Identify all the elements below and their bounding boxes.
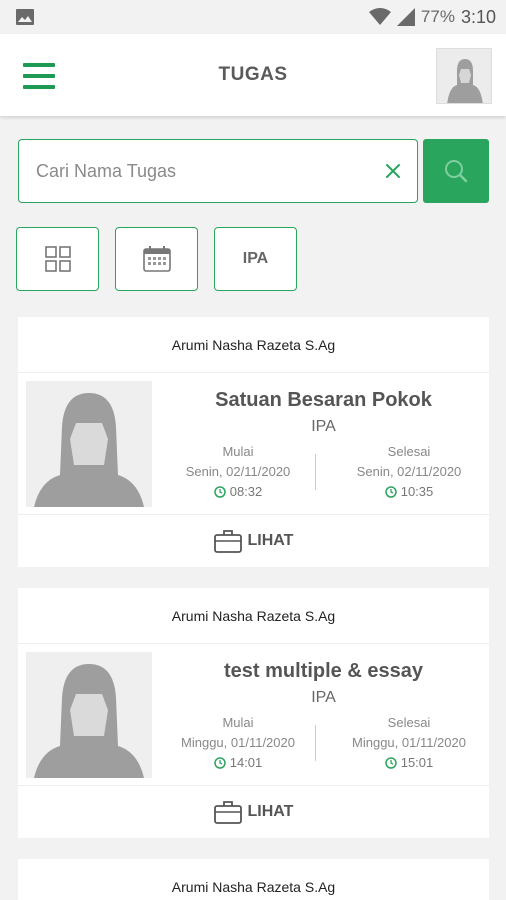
start-time: 14:01 bbox=[229, 755, 263, 770]
start-label: Mulai bbox=[222, 444, 254, 459]
teacher-avatar bbox=[26, 652, 152, 778]
date-filter-button[interactable] bbox=[115, 227, 198, 291]
task-body[interactable]: Satuan Besaran Pokok IPA Mulai Senin, 02… bbox=[18, 373, 489, 515]
search-icon bbox=[445, 160, 468, 183]
clock-icon bbox=[384, 757, 397, 769]
clock-icon bbox=[213, 757, 226, 769]
view-button[interactable]: LIHAT bbox=[18, 515, 489, 567]
filter-row: IPA bbox=[16, 227, 297, 291]
briefcase-icon bbox=[213, 530, 242, 553]
page-title: TUGAS bbox=[218, 64, 288, 85]
task-subject: IPA bbox=[311, 689, 336, 706]
signal-icon bbox=[396, 8, 415, 26]
avatar[interactable] bbox=[436, 48, 492, 104]
clock-icon bbox=[384, 486, 397, 498]
task-card: Arumi Nasha Razeta S.Ag Satuan Besaran P… bbox=[18, 317, 489, 567]
search-input[interactable] bbox=[36, 160, 356, 182]
search-row bbox=[18, 139, 489, 203]
end-label: Selesai bbox=[387, 715, 431, 730]
view-button[interactable]: LIHAT bbox=[18, 786, 489, 838]
start-time: 08:32 bbox=[229, 484, 263, 499]
teacher-photo-icon bbox=[26, 652, 152, 778]
view-button-label: LIHAT bbox=[247, 532, 294, 549]
view-button-label: LIHAT bbox=[247, 803, 294, 820]
briefcase-icon bbox=[213, 801, 242, 824]
task-card: Arumi Nasha Razeta S.Ag bbox=[18, 859, 489, 900]
divider bbox=[315, 725, 316, 761]
task-schedule: Mulai Minggu, 01/11/2020 14:01 Selesai M… bbox=[158, 713, 489, 770]
end-time: 10:35 bbox=[400, 484, 434, 499]
search-field bbox=[18, 139, 418, 203]
app-bar: TUGAS bbox=[0, 34, 506, 116]
teacher-avatar bbox=[26, 381, 152, 507]
task-card: Arumi Nasha Razeta S.Ag test multiple & … bbox=[18, 588, 489, 838]
battery-percent: 77% bbox=[420, 7, 455, 26]
status-bar: 77% 3:10 bbox=[0, 0, 506, 34]
task-title: test multiple & essay bbox=[224, 660, 423, 682]
end-date: Senin, 02/11/2020 bbox=[356, 464, 462, 479]
start-date: Minggu, 01/11/2020 bbox=[181, 735, 295, 750]
end-label: Selesai bbox=[387, 444, 431, 459]
end-date: Minggu, 01/11/2020 bbox=[352, 735, 466, 750]
start-label: Mulai bbox=[222, 715, 254, 730]
grid-icon bbox=[44, 246, 71, 272]
task-schedule: Mulai Senin, 02/11/2020 08:32 Selesai Se… bbox=[158, 442, 489, 499]
clock-icon bbox=[213, 486, 226, 498]
wifi-icon bbox=[368, 8, 391, 25]
task-subject: IPA bbox=[311, 418, 336, 435]
end-time: 15:01 bbox=[400, 755, 434, 770]
search-button[interactable] bbox=[423, 139, 489, 203]
task-author: Arumi Nasha Razeta S.Ag bbox=[18, 859, 489, 900]
calendar-icon bbox=[142, 246, 171, 272]
task-body[interactable]: test multiple & essay IPA Mulai Minggu, … bbox=[18, 644, 489, 786]
start-date: Senin, 02/11/2020 bbox=[185, 464, 291, 479]
image-notification-icon bbox=[16, 9, 34, 25]
teacher-photo-icon bbox=[26, 381, 152, 507]
user-avatar-icon bbox=[437, 49, 491, 103]
close-icon[interactable] bbox=[383, 161, 403, 181]
task-author: Arumi Nasha Razeta S.Ag bbox=[18, 588, 489, 644]
task-author: Arumi Nasha Razeta S.Ag bbox=[18, 317, 489, 373]
clock: 3:10 bbox=[460, 6, 496, 27]
divider bbox=[315, 454, 316, 490]
subject-filter-button[interactable]: IPA bbox=[214, 227, 297, 291]
task-title: Satuan Besaran Pokok bbox=[215, 389, 432, 411]
grid-view-button[interactable] bbox=[16, 227, 99, 291]
